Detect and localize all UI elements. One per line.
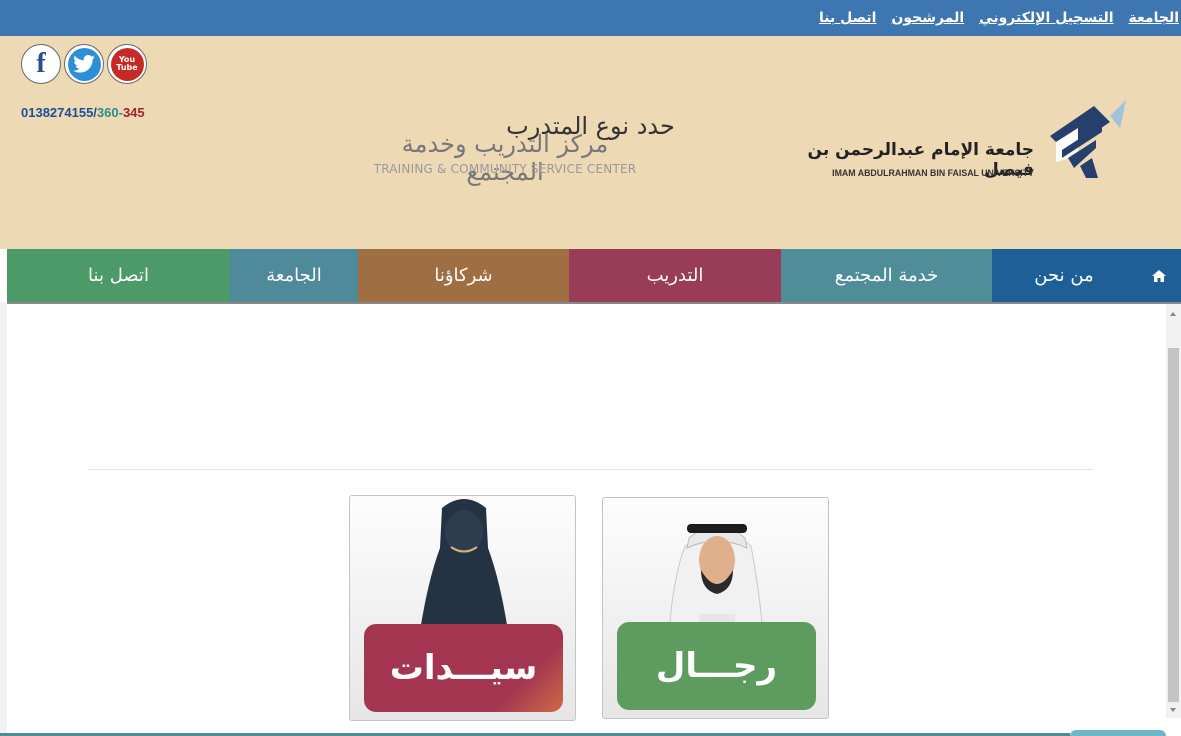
nav-partners[interactable]: شركاؤنا (358, 249, 569, 302)
center-title-en: TRAINING & COMMUNITY SERVICE CENTER (373, 162, 637, 176)
twitter-icon[interactable] (64, 44, 104, 84)
facebook-icon[interactable]: f (21, 44, 61, 84)
men-label: رجـــال (617, 622, 816, 710)
top-link-e-registration[interactable]: التسجيل الإلكتروني (979, 10, 1113, 26)
heading-divider (88, 469, 1093, 470)
top-link-university[interactable]: الجامعة (1129, 10, 1179, 26)
top-links: الجامعة التسجيل الإلكتروني المرشحون اتصل… (819, 0, 1179, 36)
top-link-contact[interactable]: اتصل بنا (819, 10, 876, 26)
university-name-en: IMAM ABDULRAHMAN BIN FAISAL UNIVERSITY (832, 168, 1034, 178)
nav-university[interactable]: الجامعة (230, 249, 358, 302)
nav-training[interactable]: التدريب (569, 249, 781, 302)
youtube-tube-text: Tube (116, 63, 138, 72)
top-bar: الجامعة التسجيل الإلكتروني المرشحون اتصل… (0, 0, 1181, 36)
bottom-tab[interactable] (1070, 730, 1166, 736)
scrollbar-thumb[interactable] (1168, 348, 1179, 702)
scroll-down-icon[interactable] (1170, 708, 1176, 712)
scroll-up-icon[interactable] (1170, 312, 1176, 316)
select-trainee-type-heading: حدد نوع المتدرب (506, 112, 675, 140)
women-card[interactable]: سيـــدات (349, 495, 576, 721)
content-frame (7, 304, 1166, 736)
youtube-icon[interactable]: You Tube (107, 44, 147, 84)
twitter-bird-icon (73, 55, 95, 73)
woman-avatar-icon (420, 499, 508, 631)
social-links: f You Tube (21, 44, 147, 84)
vertical-scrollbar[interactable] (1166, 304, 1181, 718)
man-avatar-icon (668, 524, 764, 638)
men-card[interactable]: رجـــال (602, 497, 829, 719)
nav-about-us[interactable]: من نحن (992, 249, 1136, 302)
nav-home[interactable] (1136, 249, 1181, 302)
nav-community-service[interactable]: خدمة المجتمع (781, 249, 992, 302)
main-nav: من نحن خدمة المجتمع التدريب شركاؤنا الجا… (7, 249, 1181, 302)
women-label: سيـــدات (364, 624, 563, 712)
top-link-candidates[interactable]: المرشحون (891, 10, 964, 26)
left-frame-edge (0, 302, 7, 736)
home-icon (1151, 269, 1166, 282)
nav-contact-us[interactable]: اتصل بنا (7, 249, 230, 302)
